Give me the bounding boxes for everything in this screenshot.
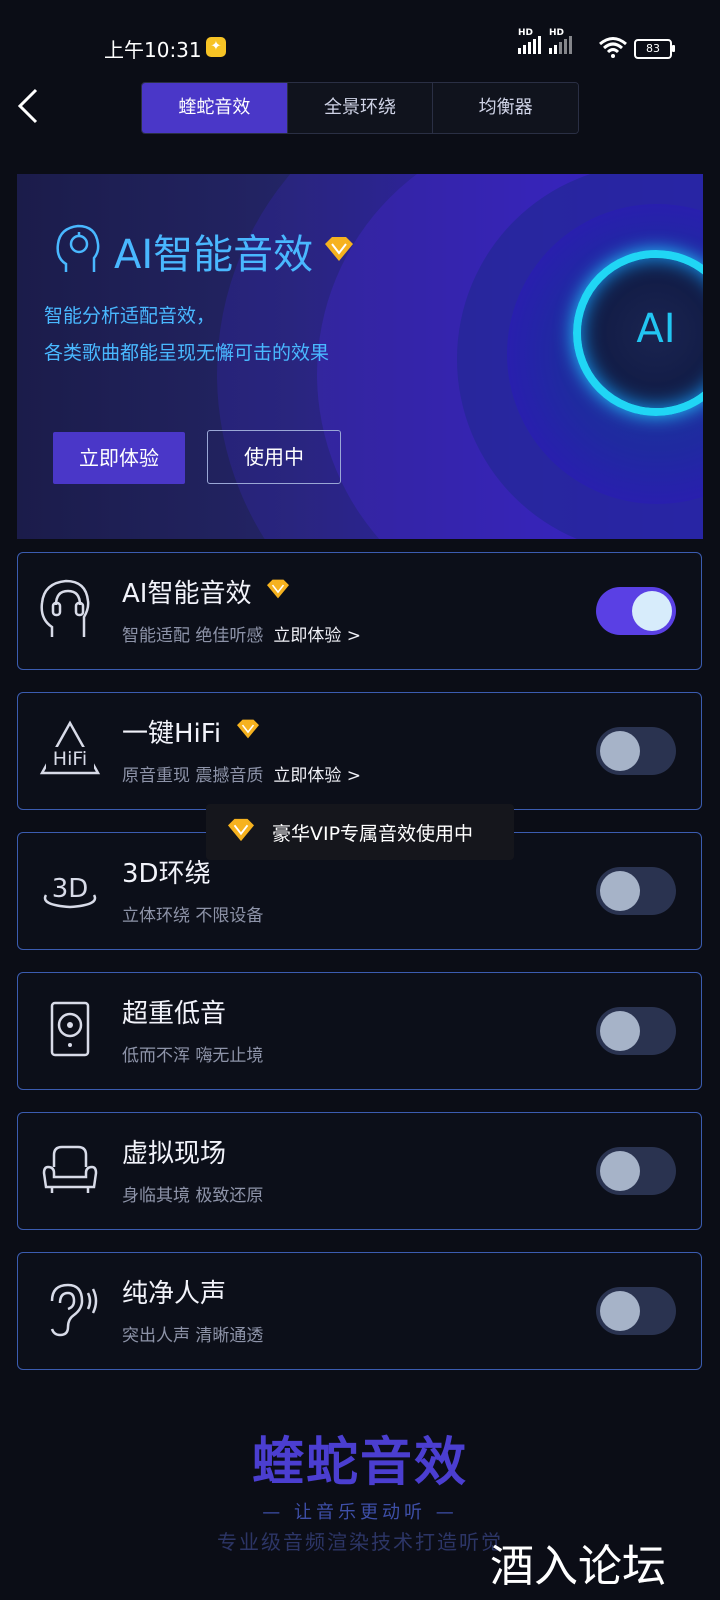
try-now-link[interactable]: 立即体验 >: [273, 626, 361, 646]
effect-card-bass[interactable]: 超重低音 低而不浑 嗨无止境: [17, 972, 702, 1090]
effect-title: 纯净人声: [122, 1273, 226, 1310]
app-notification-icon: ✦: [206, 37, 226, 57]
status-bar: 上午10:31 ✦ HD HD 83: [0, 0, 720, 80]
ai-head-icon: [52, 222, 104, 280]
in-use-button[interactable]: 使用中: [207, 430, 341, 484]
toggle-knob: [600, 731, 640, 771]
effect-subtitle-text: 立体环绕 不限设备: [122, 906, 264, 926]
ear-icon: [38, 1277, 102, 1347]
toggle-knob: [600, 871, 640, 911]
wifi-icon: [598, 36, 628, 63]
hd-label-2: HD: [549, 28, 565, 38]
speaker-icon: [38, 997, 102, 1067]
effect-title-text: 一键HiFi: [122, 719, 222, 749]
effect-subtitle-text: 突出人声 清晰通透: [122, 1326, 264, 1346]
effect-title: 3D环绕: [122, 853, 211, 890]
effect-subtitle: 智能适配 绝佳听感 立即体验 >: [122, 621, 361, 646]
effect-title-text: 超重低音: [122, 999, 227, 1029]
tab-equalizer[interactable]: 均衡器: [432, 83, 578, 133]
status-time: 上午10:31: [104, 38, 202, 62]
effect-subtitle: 原音重现 震撼音质 立即体验 >: [122, 761, 361, 786]
effect-title: AI智能音效: [122, 573, 291, 610]
effect-title-text: 虚拟现场: [122, 1139, 227, 1169]
effect-title: 一键HiFi: [122, 713, 261, 750]
effect-toggle[interactable]: [596, 1147, 676, 1195]
vip-diamond-icon: [265, 577, 291, 607]
forum-watermark: 酒入论坛: [490, 1541, 666, 1592]
back-button[interactable]: [16, 88, 52, 128]
armchair-icon: [38, 1137, 102, 1207]
try-now-link[interactable]: 立即体验 >: [273, 766, 361, 786]
effect-card-live[interactable]: 虚拟现场 身临其境 极致还原: [17, 1112, 702, 1230]
effect-title-text: 纯净人声: [122, 1279, 227, 1309]
battery-icon: 83: [634, 39, 675, 59]
cell-signal-icon-2: HD: [549, 28, 572, 54]
effect-subtitle-text: 身临其境 极致还原: [122, 1186, 264, 1206]
effect-subtitle: 立体环绕 不限设备: [122, 901, 263, 926]
3d-icon-text: 3D: [52, 874, 89, 904]
hd-label-1: HD: [518, 28, 534, 38]
toggle-knob: [632, 591, 672, 631]
toggle-knob: [600, 1011, 640, 1051]
effect-card-hifi[interactable]: HiFi 一键HiFi 原音重现 震撼音质 立即体验 >: [17, 692, 702, 810]
banner-description: 智能分析适配音效， 各类歌曲都能呈现无懈可击的效果: [44, 298, 329, 372]
vip-diamond-icon: [235, 717, 261, 747]
effect-card-ai[interactable]: AI智能音效 智能适配 绝佳听感 立即体验 >: [17, 552, 702, 670]
toggle-knob: [600, 1151, 640, 1191]
toast-text: 豪华VIP专属音效使用中: [272, 822, 474, 845]
vip-diamond-icon: [323, 235, 355, 267]
ai-head-icon: [38, 577, 102, 647]
banner-desc-line: 智能分析适配音效，: [44, 305, 216, 327]
ai-effect-banner: AI AI智能音效 智能分析适配音效， 各类歌曲都能呈现无懈可击的效果 立即体验…: [17, 174, 703, 539]
effect-toggle[interactable]: [596, 867, 676, 915]
vip-diamond-icon: [226, 817, 256, 848]
effect-title: 虚拟现场: [122, 1133, 226, 1170]
effect-title-text: AI智能音效: [122, 579, 252, 609]
banner-title-row: AI智能音效: [52, 222, 355, 280]
effect-title: 超重低音: [122, 993, 226, 1030]
effect-toggle[interactable]: [596, 727, 676, 775]
banner-desc-line: 各类歌曲都能呈现无懈可击的效果: [44, 342, 330, 364]
3d-surround-icon: 3D: [38, 857, 102, 927]
effect-toggle[interactable]: [596, 1007, 676, 1055]
cell-signal-icon-1: HD: [518, 28, 541, 54]
tab-viper-effects[interactable]: 蝰蛇音效: [142, 83, 287, 133]
vip-toast: 豪华VIP专属音效使用中: [206, 804, 514, 860]
hifi-icon-text: HiFi: [53, 748, 87, 770]
tab-bar: 蝰蛇音效 全景环绕 均衡器: [141, 82, 579, 134]
effect-title-text: 3D环绕: [122, 859, 211, 889]
effect-subtitle-text: 低而不浑 嗨无止境: [122, 1046, 264, 1066]
footer-brand: 蝰蛇音效: [251, 1433, 468, 1493]
banner-title: AI智能音效: [114, 232, 314, 278]
signal-indicators: HD HD: [518, 28, 572, 54]
effect-toggle[interactable]: [596, 587, 676, 635]
hifi-icon: HiFi: [38, 717, 102, 787]
effect-subtitle: 身临其境 极致还原: [122, 1181, 263, 1206]
effect-toggle[interactable]: [596, 1287, 676, 1335]
try-now-button[interactable]: 立即体验: [53, 432, 185, 484]
ai-circle-label: AI: [636, 306, 676, 352]
tab-surround[interactable]: 全景环绕: [286, 83, 433, 133]
effect-subtitle: 突出人声 清晰通透: [122, 1321, 263, 1346]
toggle-knob: [600, 1291, 640, 1331]
effect-card-vocal[interactable]: 纯净人声 突出人声 清晰通透: [17, 1252, 702, 1370]
effect-subtitle-text: 智能适配 绝佳听感: [122, 626, 264, 646]
footer-slogan: — 让音乐更动听 —: [262, 1502, 458, 1523]
effect-subtitle: 低而不浑 嗨无止境: [122, 1041, 263, 1066]
effect-subtitle-text: 原音重现 震撼音质: [122, 766, 264, 786]
